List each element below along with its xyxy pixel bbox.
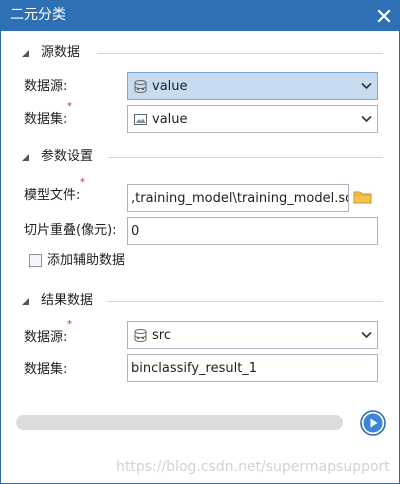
collapse-triangle-icon[interactable] [21,49,30,58]
required-marker: * [67,319,72,330]
database-icon [134,329,147,342]
result-datasource-label: 数据源: [24,330,68,345]
model-file-input[interactable]: ,training_model\training_model.sdm [127,184,349,212]
window-title: 二元分类 [10,7,66,23]
section-title: 源数据 [41,45,81,60]
watermark-text: https://blog.csdn.net/supermapsupport [116,459,390,475]
section-title: 结果数据 [41,293,94,308]
chevron-down-icon [361,82,372,90]
section-divider [108,157,383,158]
source-datasource-label: 数据源: [24,79,68,94]
result-dataset-label: 数据集: [24,362,68,377]
source-datasource-select[interactable]: value [127,72,378,100]
required-marker: * [80,177,85,188]
tile-overlap-input[interactable]: 0 [127,217,378,245]
aux-data-checkbox[interactable] [29,254,42,267]
section-params[interactable]: 参数设置 [21,149,383,165]
aux-data-label: 添加辅助数据 [47,253,126,268]
section-divider [97,53,383,54]
section-result[interactable]: 结果数据 [21,293,383,309]
collapse-triangle-icon[interactable] [21,153,30,162]
section-source[interactable]: 源数据 [21,45,383,61]
required-marker: * [67,101,72,112]
binary-classification-dialog: 二元分类 源数据 数据源: value 数据集: * value 参数设置 模型… [0,0,400,484]
database-icon [134,80,147,93]
title-bar: 二元分类 [1,1,399,31]
result-datasource-select[interactable]: src [127,321,378,349]
image-dataset-icon [134,114,147,125]
result-dataset-input[interactable]: binclassify_result_1 [127,354,378,382]
select-value: src [152,328,171,343]
model-file-label: 模型文件: [24,188,81,203]
chevron-down-icon [361,331,372,339]
select-value: value [152,79,188,94]
tile-overlap-label: 切片重叠(像元): [24,223,117,238]
run-icon[interactable] [360,410,386,436]
source-dataset-select[interactable]: value [127,105,378,133]
chevron-down-icon [361,115,372,123]
section-title: 参数设置 [41,149,94,164]
collapse-triangle-icon[interactable] [21,297,30,306]
section-divider [107,301,383,302]
select-value: value [152,112,188,127]
progress-bar [16,415,343,430]
close-icon[interactable] [374,6,394,26]
source-dataset-label: 数据集: [24,112,68,127]
folder-icon[interactable] [353,189,373,205]
